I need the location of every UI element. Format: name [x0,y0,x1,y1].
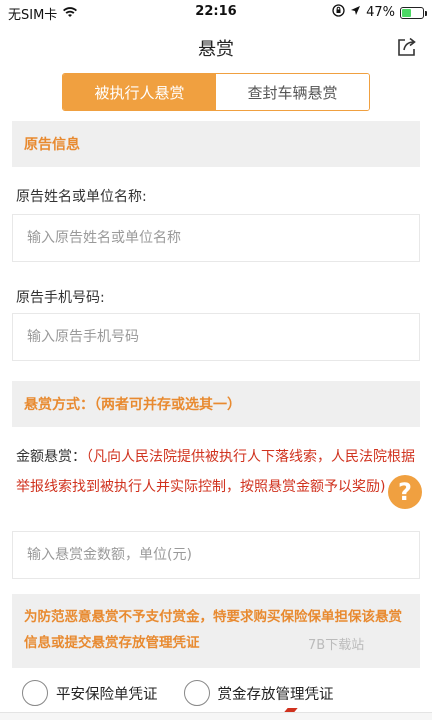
voucher-option-insurance[interactable]: 平安保险单凭证 [22,680,158,706]
voucher-options: 平安保险单凭证 赏金存放管理凭证 [22,676,422,710]
amount-reward-description: 金额悬赏：（凡向人民法院提供被执行人下落线索，人民法院根据举报线索找到被执行人并… [16,442,420,502]
page-title: 悬赏 [198,39,234,60]
help-button[interactable]: ? [388,475,422,509]
tab-vehicle-reward[interactable]: 查封车辆悬赏 [216,74,369,110]
battery-charging-icon [400,6,427,19]
location-icon [350,5,361,20]
plaintiff-phone-input[interactable] [12,313,420,361]
amount-reward-label: 金额悬赏： [16,449,86,465]
guarantee-notice: 为防范恶意悬赏不予支付赏金，特要求购买保险保单担保该悬赏信息或提交悬赏存放管理凭… [12,594,420,668]
reward-type-tabs: 被执行人悬赏 查封车辆悬赏 [62,73,370,111]
plaintiff-section-header: 原告信息 [12,121,420,167]
voucher-option-label: 平安保险单凭证 [56,686,158,703]
reward-amount-input[interactable] [12,531,420,579]
nav-bar: 悬赏 [0,24,432,68]
voucher-option-deposit[interactable]: 赏金存放管理凭证 [183,680,334,706]
radio-insurance[interactable] [22,680,48,706]
reward-method-header: 悬赏方式：（两者可并存或选其一） [12,381,420,427]
share-icon[interactable] [396,36,418,58]
tab-debtor-reward[interactable]: 被执行人悬赏 [63,74,216,110]
plaintiff-phone-label: 原告手机号码: [16,290,105,306]
voucher-option-label: 赏金存放管理凭证 [217,686,334,703]
radio-deposit[interactable] [183,680,210,706]
bottom-edge [0,712,432,720]
plaintiff-name-label: 原告姓名或单位名称: [16,189,147,205]
plaintiff-name-input[interactable] [12,214,420,262]
orientation-lock-icon [332,4,345,21]
status-right: 47% [332,4,427,21]
battery-percent: 47% [366,5,395,20]
status-bar: 无SIM卡 22:16 47% [0,0,432,24]
watermark: 7B下载站 [308,638,365,653]
battery-fill [402,8,412,17]
